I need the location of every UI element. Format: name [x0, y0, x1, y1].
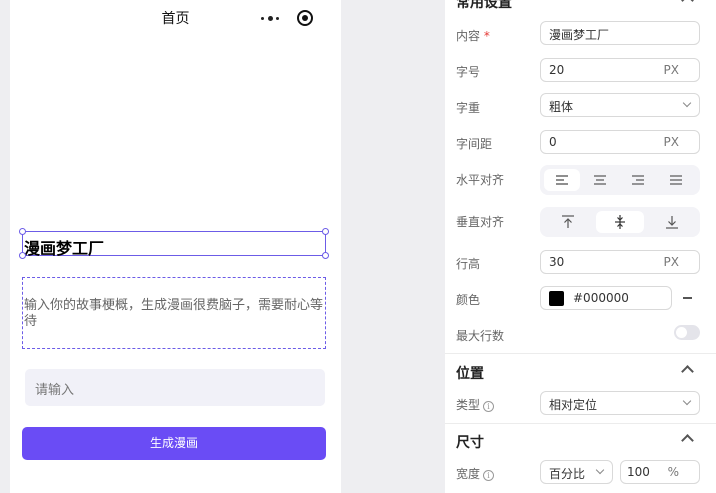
resize-handle[interactable] [19, 252, 26, 259]
resize-handle[interactable] [322, 252, 329, 259]
v-align-group [540, 207, 700, 237]
align-justify-option[interactable] [658, 169, 694, 191]
align-bottom-icon [666, 216, 678, 229]
font-weight-label: 字重 [456, 101, 481, 115]
section-common-title: 常用设置 [456, 0, 512, 11]
align-left-icon [556, 175, 568, 185]
width-mode-select[interactable]: 百分比 [540, 460, 613, 484]
story-input[interactable]: 请输入 [25, 369, 325, 406]
max-lines-label: 最大行数 [456, 329, 505, 343]
font-size-label: 字号 [456, 65, 481, 79]
section-position-title: 位置 [456, 366, 484, 382]
font-size-value: 20 [549, 63, 565, 77]
max-lines-toggle[interactable] [674, 325, 700, 340]
section-size-title: 尺寸 [456, 435, 484, 451]
resize-handle[interactable] [322, 228, 329, 235]
h-align-label: 水平对齐 [456, 173, 505, 187]
font-size-input[interactable]: 20 PX [540, 58, 700, 82]
align-bottom-option[interactable] [650, 211, 694, 233]
v-align-label: 垂直对齐 [456, 215, 505, 229]
width-label: 宽度 i [456, 465, 495, 482]
width-input[interactable]: 100 % [620, 460, 700, 484]
heading-text: 漫画梦工厂 [24, 239, 105, 258]
width-unit: % [667, 465, 679, 479]
letter-spacing-label: 字间距 [456, 137, 493, 151]
property-panel: 常用设置 内容 * 漫画梦工厂 字号 20 PX 字重 粗体 字间距 0 PX … [445, 0, 716, 493]
page-title: 首页 [161, 11, 190, 27]
line-height-label: 行高 [456, 257, 481, 271]
chevron-up-icon[interactable] [681, 434, 694, 447]
chevron-up-icon[interactable] [681, 0, 694, 7]
font-weight-select[interactable]: 粗体 [540, 93, 700, 117]
align-left-option[interactable] [544, 169, 580, 191]
letter-spacing-input[interactable]: 0 PX [540, 130, 700, 154]
chevron-up-icon[interactable] [681, 365, 694, 378]
line-height-unit: PX [663, 255, 679, 269]
align-top-icon [562, 215, 574, 228]
position-type-select[interactable]: 相对定位 [540, 391, 700, 415]
color-input[interactable]: #000000 [540, 286, 672, 310]
divider [445, 423, 716, 424]
align-center-option[interactable] [582, 169, 618, 191]
position-type-value: 相对定位 [549, 398, 598, 412]
phone-preview: 首页 漫画梦工厂 输入你的故事梗概，生成漫画很费脑子，需要耐心等待 请输入 生成… [10, 0, 341, 493]
resize-handle[interactable] [19, 228, 26, 235]
divider [445, 353, 716, 354]
width-value: 100 [627, 465, 650, 479]
align-middle-option[interactable] [596, 211, 644, 233]
chevron-down-icon [595, 465, 605, 475]
h-align-group [540, 165, 700, 195]
line-height-input[interactable]: 30 PX [540, 250, 700, 274]
align-justify-icon [670, 175, 682, 185]
color-value: #000000 [573, 291, 629, 305]
content-label: 内容 * [456, 29, 490, 43]
letter-spacing-value: 0 [549, 135, 557, 149]
heading-text-component[interactable]: 漫画梦工厂 [19, 228, 329, 259]
info-icon: i [483, 401, 495, 412]
chevron-down-icon [682, 98, 692, 108]
type-label: 类型 i [456, 396, 495, 413]
minus-icon[interactable] [683, 297, 692, 299]
align-right-option[interactable] [620, 169, 656, 191]
content-input[interactable]: 漫画梦工厂 [540, 21, 700, 45]
description-text: 输入你的故事梗概，生成漫画很费脑子，需要耐心等待 [24, 298, 324, 329]
generate-button[interactable]: 生成漫画 [22, 427, 326, 460]
align-right-icon [632, 175, 644, 185]
align-middle-icon [615, 215, 625, 229]
font-size-unit: PX [663, 63, 679, 77]
capsule-close-icon[interactable] [297, 10, 313, 26]
line-height-value: 30 [549, 255, 565, 269]
color-swatch[interactable] [549, 291, 564, 306]
chevron-down-icon [682, 396, 692, 406]
align-center-icon [594, 175, 606, 185]
font-weight-value: 粗体 [549, 100, 574, 114]
description-text-component[interactable]: 输入你的故事梗概，生成漫画很费脑子，需要耐心等待 [22, 277, 326, 349]
width-mode-value: 百分比 [549, 467, 586, 481]
letter-spacing-unit: PX [663, 135, 679, 149]
align-top-option[interactable] [546, 211, 590, 233]
info-icon: i [483, 470, 495, 481]
color-label: 颜色 [456, 293, 481, 307]
required-mark: * [483, 29, 490, 43]
more-icon[interactable] [261, 9, 281, 27]
